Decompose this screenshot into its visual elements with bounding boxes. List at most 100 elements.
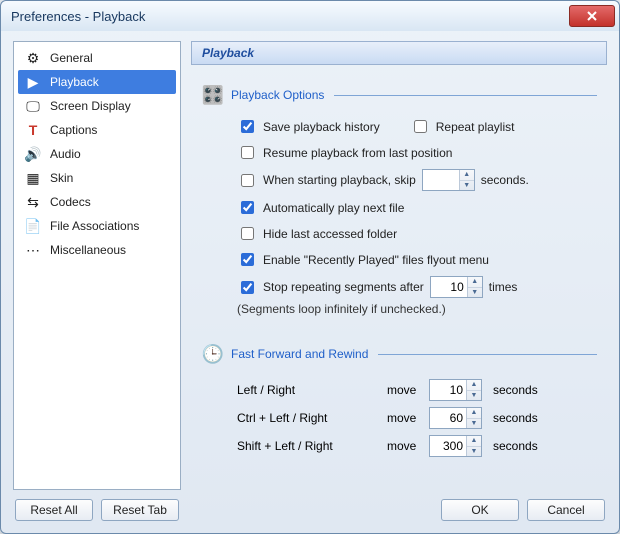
- checkbox-hide-last-folder[interactable]: [241, 227, 254, 240]
- option-recent-flyout[interactable]: Enable "Recently Played" files flyout me…: [237, 250, 597, 269]
- sidebar-item-skin[interactable]: ▦ Skin: [18, 166, 176, 190]
- checkbox-save-history[interactable]: [241, 120, 254, 133]
- sidebar-item-label: General: [50, 51, 93, 65]
- checkbox-stop-repeating[interactable]: [241, 281, 254, 294]
- ffr-row-ctrl-lr: Ctrl + Left / Right move ▲▼ seconds: [237, 404, 538, 432]
- dialog-button-bar: Reset All Reset Tab OK Cancel: [13, 490, 607, 523]
- ffr-row-shift-lr: Shift + Left / Right move ▲▼ seconds: [237, 432, 538, 460]
- ffr-input-lr[interactable]: [430, 380, 466, 400]
- ffr-key: Shift + Left / Right: [237, 432, 387, 460]
- stepper-arrows[interactable]: ▲▼: [466, 380, 481, 400]
- sidebar-item-file-associations[interactable]: 📄 File Associations: [18, 214, 176, 238]
- sidebar-item-label: Screen Display: [50, 99, 131, 113]
- ffr-table: Left / Right move ▲▼ seconds: [237, 376, 538, 460]
- option-label: When starting playback, skip: [263, 173, 416, 187]
- sidebar-item-label: File Associations: [50, 219, 139, 233]
- reset-tab-button[interactable]: Reset Tab: [101, 499, 179, 521]
- sidebar-item-captions[interactable]: T Captions: [18, 118, 176, 142]
- chevron-down-icon[interactable]: ▼: [468, 288, 482, 298]
- play-icon: ▶: [24, 73, 42, 91]
- group-playback-options: 🎛️ Playback Options Save playback histor…: [201, 83, 597, 316]
- playback-options-icon: 🎛️: [201, 83, 225, 107]
- codec-icon: ⇆: [24, 193, 42, 211]
- group-legend: Playback Options: [231, 88, 324, 102]
- close-icon: [587, 9, 597, 24]
- panel-heading: Playback: [191, 41, 607, 65]
- option-label-suffix: times: [489, 280, 518, 294]
- skip-seconds-stepper[interactable]: ▲▼: [422, 169, 475, 191]
- sidebar-item-label: Captions: [50, 123, 97, 137]
- checkbox-resume-last[interactable]: [241, 146, 254, 159]
- divider: [378, 354, 597, 355]
- chevron-up-icon[interactable]: ▲: [467, 436, 481, 447]
- ffr-unit: seconds: [489, 404, 538, 432]
- chevron-down-icon[interactable]: ▼: [467, 391, 481, 401]
- group-ffr: 🕒 Fast Forward and Rewind Left / Right m…: [201, 342, 597, 460]
- misc-icon: ⋯: [24, 241, 42, 259]
- titlebar[interactable]: Preferences - Playback: [1, 1, 619, 31]
- sidebar-item-playback[interactable]: ▶ Playback: [18, 70, 176, 94]
- sidebar-item-label: Playback: [50, 75, 99, 89]
- option-stop-repeating: Stop repeating segments after ▲▼ times: [237, 276, 597, 298]
- sidebar-item-audio[interactable]: 🔊 Audio: [18, 142, 176, 166]
- stepper-arrows[interactable]: ▲▼: [467, 277, 482, 297]
- text-icon: T: [24, 121, 42, 139]
- ffr-stepper-lr[interactable]: ▲▼: [429, 379, 482, 401]
- ffr-input-shift-lr[interactable]: [430, 436, 466, 456]
- option-label: Repeat playlist: [436, 120, 515, 134]
- ffr-input-ctrl-lr[interactable]: [430, 408, 466, 428]
- chevron-up-icon[interactable]: ▲: [460, 170, 474, 181]
- option-label-suffix: seconds.: [481, 173, 529, 187]
- option-save-history[interactable]: Save playback history: [237, 117, 380, 136]
- sidebar-item-label: Miscellaneous: [50, 243, 126, 257]
- chevron-down-icon[interactable]: ▼: [467, 419, 481, 429]
- window-title: Preferences - Playback: [11, 9, 569, 24]
- checkbox-repeat-playlist[interactable]: [414, 120, 427, 133]
- option-auto-play-next[interactable]: Automatically play next file: [237, 198, 597, 217]
- chevron-up-icon[interactable]: ▲: [467, 408, 481, 419]
- file-icon: 📄: [24, 217, 42, 235]
- ffr-move-label: move: [387, 404, 429, 432]
- hint-text: (Segments loop infinitely if unchecked.): [201, 302, 597, 316]
- sidebar-item-screen-display[interactable]: 🖵 Screen Display: [18, 94, 176, 118]
- repeat-times-stepper[interactable]: ▲▼: [430, 276, 483, 298]
- cancel-button[interactable]: Cancel: [527, 499, 605, 521]
- ffr-row-lr: Left / Right move ▲▼ seconds: [237, 376, 538, 404]
- checkbox-auto-play-next[interactable]: [241, 201, 254, 214]
- window-close-button[interactable]: [569, 5, 615, 27]
- option-hide-last-folder[interactable]: Hide last accessed folder: [237, 224, 597, 243]
- option-skip-on-start: When starting playback, skip ▲▼ seconds.: [237, 169, 597, 191]
- ffr-stepper-shift-lr[interactable]: ▲▼: [429, 435, 482, 457]
- stepper-arrows[interactable]: ▲▼: [459, 170, 474, 190]
- reset-all-button[interactable]: Reset All: [15, 499, 93, 521]
- option-resume-last[interactable]: Resume playback from last position: [237, 143, 597, 162]
- monitor-icon: 🖵: [24, 97, 42, 115]
- option-repeat-playlist[interactable]: Repeat playlist: [410, 117, 515, 136]
- checkbox-skip-on-start[interactable]: [241, 174, 254, 187]
- chevron-up-icon[interactable]: ▲: [468, 277, 482, 288]
- settings-panel: Playback 🎛️ Playback Options: [191, 41, 607, 490]
- sidebar-item-general[interactable]: ⚙ General: [18, 46, 176, 70]
- sidebar-item-miscellaneous[interactable]: ⋯ Miscellaneous: [18, 238, 176, 262]
- ffr-move-label: move: [387, 376, 429, 404]
- option-label: Resume playback from last position: [263, 146, 452, 160]
- stepper-arrows[interactable]: ▲▼: [466, 408, 481, 428]
- chevron-up-icon[interactable]: ▲: [467, 380, 481, 391]
- ok-button[interactable]: OK: [441, 499, 519, 521]
- sidebar-item-label: Codecs: [50, 195, 91, 209]
- chevron-down-icon[interactable]: ▼: [460, 181, 474, 191]
- sidebar-item-codecs[interactable]: ⇆ Codecs: [18, 190, 176, 214]
- option-label: Hide last accessed folder: [263, 227, 397, 241]
- ffr-stepper-ctrl-lr[interactable]: ▲▼: [429, 407, 482, 429]
- skip-seconds-input[interactable]: [423, 170, 459, 190]
- sidebar-item-label: Skin: [50, 171, 73, 185]
- option-label: Enable "Recently Played" files flyout me…: [263, 253, 489, 267]
- ffr-key: Ctrl + Left / Right: [237, 404, 387, 432]
- stepper-arrows[interactable]: ▲▼: [466, 436, 481, 456]
- checkbox-recent-flyout[interactable]: [241, 253, 254, 266]
- chevron-down-icon[interactable]: ▼: [467, 447, 481, 457]
- option-label: Stop repeating segments after: [263, 280, 424, 294]
- repeat-times-input[interactable]: [431, 277, 467, 297]
- palette-icon: ▦: [24, 169, 42, 187]
- ffr-move-label: move: [387, 432, 429, 460]
